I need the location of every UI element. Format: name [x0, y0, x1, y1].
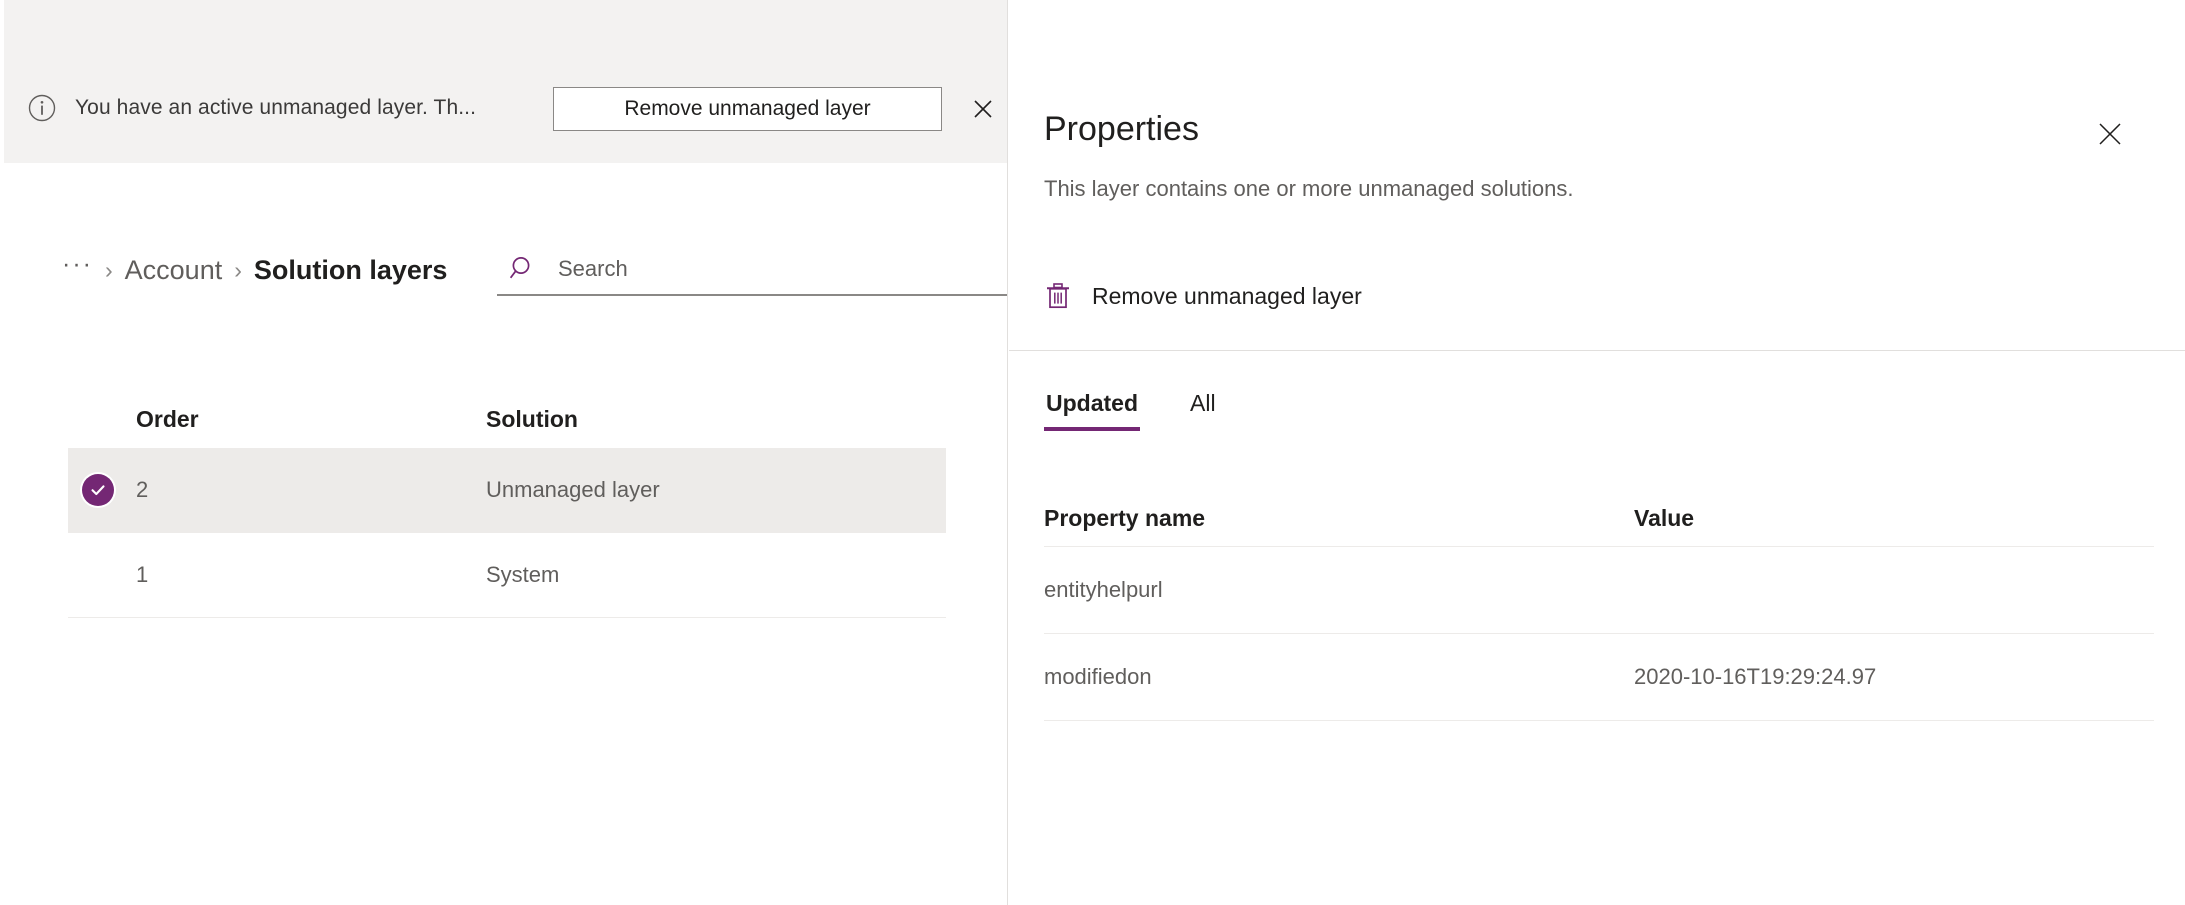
cell-solution: System [486, 562, 560, 587]
properties-table: Property name Value entityhelpurl modifi… [1044, 490, 2154, 721]
panel-remove-unmanaged-layer-button[interactable]: Remove unmanaged layer [1032, 272, 1372, 320]
breadcrumb-overflow-button[interactable]: ··· [62, 251, 93, 277]
tab-updated[interactable]: Updated [1044, 390, 1140, 431]
column-header-solution: Solution [486, 405, 578, 432]
search-box[interactable] [497, 244, 1007, 296]
solution-layers-page: You have an active unmanaged layer. Th..… [0, 0, 2185, 905]
table-header-row: Order Solution [68, 390, 946, 448]
panel-close-icon[interactable] [2092, 116, 2128, 152]
remove-unmanaged-layer-button[interactable]: Remove unmanaged layer [553, 87, 942, 131]
table-row[interactable]: 1 System [68, 533, 946, 618]
check-icon [82, 474, 114, 506]
chevron-right-icon: › [104, 256, 113, 283]
notification-close-icon[interactable] [966, 92, 1000, 126]
properties-panel: Properties This layer contains one or mo… [1007, 0, 2185, 905]
breadcrumb: ··· › Account › Solution layers [62, 244, 447, 296]
search-input[interactable] [558, 249, 958, 289]
panel-subtitle: This layer contains one or more unmanage… [1044, 176, 1574, 201]
table-row[interactable]: 2 Unmanaged layer [68, 448, 946, 533]
search-icon[interactable] [505, 251, 541, 287]
cell-order: 1 [136, 562, 149, 587]
solution-layers-table: Order Solution 2 Unmanaged layer 1 Syste [68, 390, 946, 618]
command-row: ··· › Account › Solution layers [0, 244, 1007, 324]
cell-solution: Unmanaged layer [486, 477, 660, 502]
column-header-value: Value [1634, 504, 1695, 531]
panel-remove-label: Remove unmanaged layer [1092, 282, 1362, 309]
left-pane: You have an active unmanaged layer. Th..… [0, 0, 1007, 905]
info-circle-icon [27, 93, 57, 123]
table-row[interactable]: entityhelpurl [1044, 547, 2154, 634]
cell-order: 2 [136, 477, 149, 502]
tab-all[interactable]: All [1188, 390, 1218, 431]
panel-divider [1009, 350, 2185, 351]
column-header-order: Order [136, 405, 199, 432]
properties-tabs: Updated All [1044, 375, 1266, 431]
cell-property-name: modifiedon [1044, 664, 1152, 689]
cell-property-name: entityhelpurl [1044, 577, 1163, 602]
panel-title: Properties [1044, 110, 1199, 148]
trash-icon [1042, 280, 1074, 312]
row-select-checkbox[interactable] [68, 474, 136, 506]
table-header-row: Property name Value [1044, 490, 2154, 547]
notification-message: You have an active unmanaged layer. Th..… [75, 96, 477, 119]
breadcrumb-item-current: Solution layers [253, 254, 448, 285]
table-row[interactable]: modifiedon 2020-10-16T19:29:24.97 [1044, 634, 2154, 721]
notification-bar: You have an active unmanaged layer. Th..… [4, 0, 1007, 163]
cell-value: 2020-10-16T19:29:24.97 [1634, 664, 1877, 689]
chevron-right-icon: › [234, 256, 242, 283]
column-header-property-name: Property name [1044, 504, 1206, 531]
breadcrumb-item-account[interactable]: Account [125, 255, 223, 286]
